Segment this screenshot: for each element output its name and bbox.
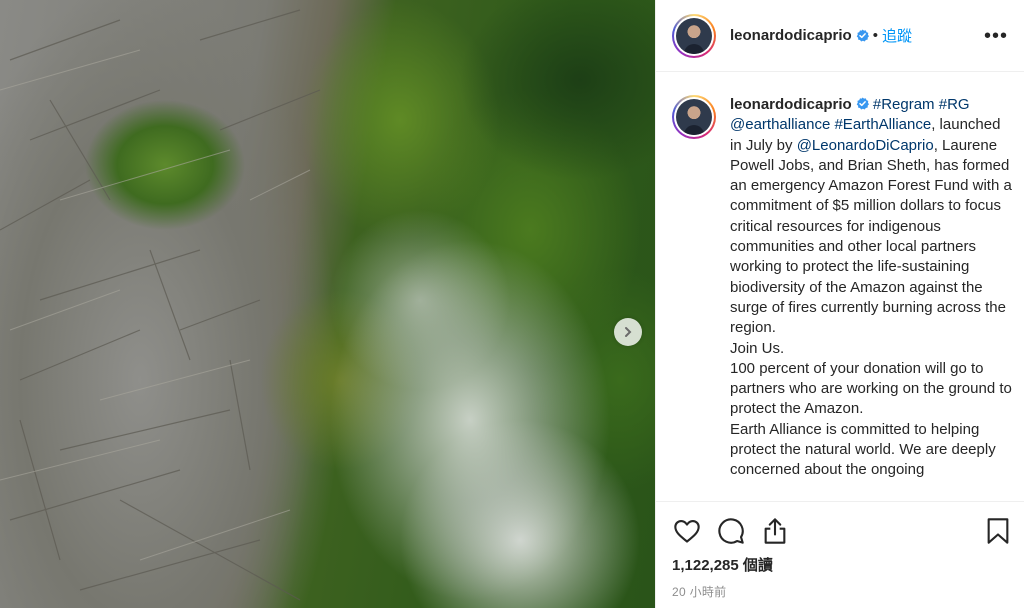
caption-paragraph: Join Us. <box>730 339 785 357</box>
post-photo[interactable] <box>0 0 655 608</box>
post-timestamp[interactable]: 20 小時前 <box>656 575 1024 600</box>
header-username[interactable]: leonardodicaprio <box>730 27 852 44</box>
caption-paragraph: 100 percent of your donation will go to … <box>730 359 1012 418</box>
post-side-panel: leonardodicaprio • 追蹤 ••• leonardodicapr… <box>655 0 1024 608</box>
avatar[interactable] <box>672 13 716 58</box>
hashtag-rg[interactable]: #RG <box>939 96 970 113</box>
comment-icon <box>718 518 744 544</box>
header-separator: • <box>872 27 878 44</box>
bookmark-icon <box>987 518 1009 544</box>
caption-username[interactable]: leonardodicaprio <box>730 96 852 113</box>
photo-texture <box>0 9 321 601</box>
like-button[interactable] <box>672 516 702 546</box>
view-count[interactable]: 1,122,285 個讀 <box>656 546 1024 575</box>
caption-text: , Laurene Powell Jobs, and Brian Sheth, … <box>730 136 1012 337</box>
action-icons-row <box>656 502 1024 546</box>
hashtag-regram[interactable]: #Regram <box>873 96 935 113</box>
next-photo-button[interactable] <box>614 318 642 346</box>
hashtag-earthalliance[interactable]: #EarthAlliance <box>834 116 931 133</box>
more-options-button[interactable]: ••• <box>984 26 1008 46</box>
verified-badge-icon <box>856 97 869 110</box>
chevron-right-icon <box>625 327 632 337</box>
post-actions: 1,122,285 個讀 20 小時前 <box>656 501 1024 608</box>
caption-avatar[interactable] <box>672 95 716 139</box>
comment-button[interactable] <box>716 516 746 546</box>
post-caption: leonardodicaprio #Regram #RG @earthallia… <box>730 95 1013 501</box>
caption-paragraph: Earth Alliance is committed to helping p… <box>730 420 996 479</box>
share-button[interactable] <box>760 516 790 546</box>
share-icon <box>764 518 786 544</box>
heart-icon <box>674 520 700 543</box>
save-button[interactable] <box>983 516 1013 546</box>
verified-badge-icon <box>856 29 869 42</box>
mention-leonardodicaprio[interactable]: @LeonardoDiCaprio <box>797 137 934 154</box>
follow-button[interactable]: 追蹤 <box>882 25 912 46</box>
caption-area: leonardodicaprio #Regram #RG @earthallia… <box>656 73 1024 501</box>
post-header: leonardodicaprio • 追蹤 ••• <box>656 0 1024 72</box>
mention-earthalliance[interactable]: @earthalliance <box>730 116 830 133</box>
